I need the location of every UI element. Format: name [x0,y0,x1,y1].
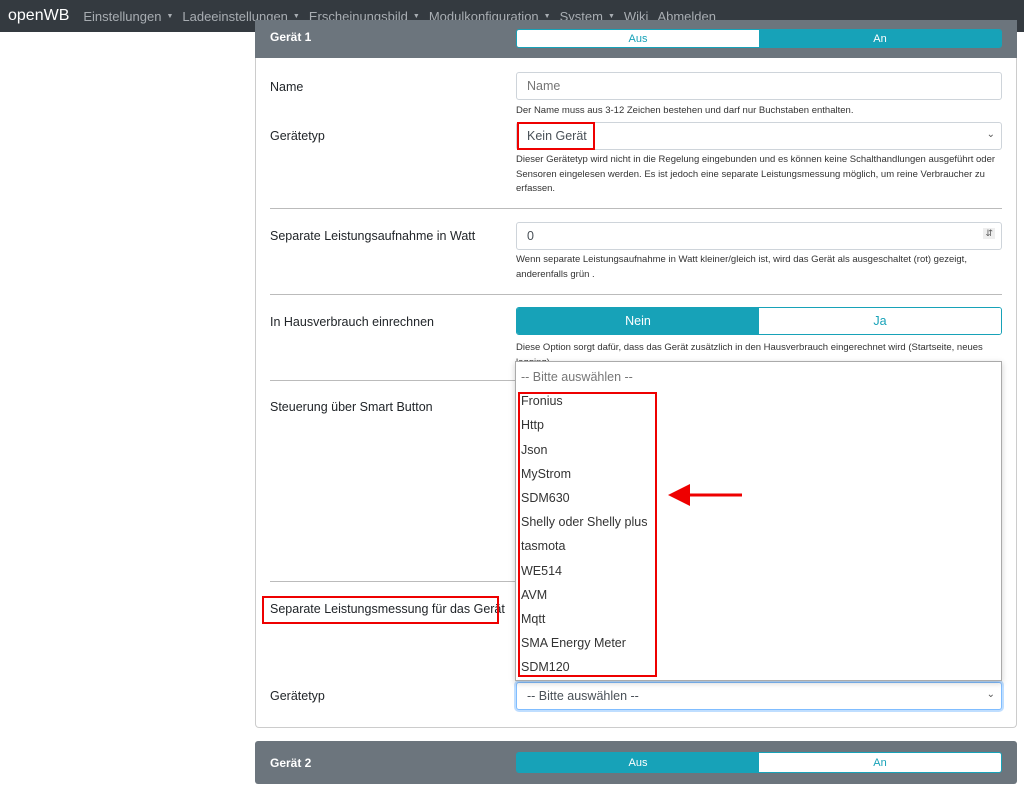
name-input[interactable] [516,72,1002,100]
device-2-title: Gerät 2 [270,756,312,770]
house-yes-button[interactable]: Ja [759,308,1001,334]
meter-type-label: Gerätetyp [270,689,325,703]
device-2-off-button[interactable]: Aus [517,753,759,772]
dropdown-option[interactable]: -- Bitte auswählen -- [516,365,1001,389]
house-label: In Hausverbrauch einrechnen [270,315,434,329]
smart-button-label: Steuerung über Smart Button [270,400,433,414]
caret-down-icon: ▼ [412,12,420,20]
brand-logo[interactable]: openWB [8,7,69,25]
nav-item-einstellungen[interactable]: Einstellungen ▼ [83,9,173,24]
power-help: Wenn separate Leistungsaufnahme in Watt … [516,254,967,280]
caret-down-icon: ▼ [292,12,300,20]
caret-down-icon: ▼ [543,12,551,20]
device-1-toggle: Aus An [516,29,1002,48]
power-value: 0 [527,229,534,243]
device-2-on-button[interactable]: An [759,753,1001,772]
device-1-on-button[interactable]: An [759,30,1001,47]
annotation-arrow-icon [668,484,742,506]
annotation-box [517,122,595,150]
annotation-box [262,596,499,624]
device-1-title: Gerät 1 [270,30,312,44]
name-help: Der Name muss aus 3-12 Zeichen bestehen … [516,105,854,116]
meter-type-value: -- Bitte auswählen -- [527,689,639,703]
type-help: Dieser Gerätetyp wird nicht in die Regel… [516,154,996,194]
caret-down-icon: ▼ [166,12,174,20]
chevron-down-icon: ⌄ [986,129,995,140]
device-2-toggle: Aus An [516,752,1002,773]
house-help: Diese Option sorgt dafür, dass das Gerät… [516,342,983,361]
nav-item-label: Einstellungen [83,8,162,24]
type-label: Gerätetyp [270,129,325,143]
divider [270,294,1002,295]
chevron-down-icon: ⌄ [986,689,995,700]
house-toggle: Nein Ja [516,307,1002,335]
device-1-off-button[interactable]: Aus [517,30,759,47]
caret-down-icon: ▼ [607,12,615,20]
meter-type-dropdown-list: -- Bitte auswählen -- Fronius Http Json MySt… [515,361,1002,681]
power-input[interactable]: 0 ⇵ [516,222,1002,250]
divider [270,208,1002,209]
annotation-box [518,392,657,677]
name-label: Name [270,80,304,94]
house-no-button[interactable]: Nein [517,308,759,334]
meter-type-select[interactable]: -- Bitte auswählen -- ⌄ [516,682,1002,710]
power-label: Separate Leistungsaufnahme in Watt [270,229,476,243]
spinner-icon[interactable]: ⇵ [983,228,995,239]
